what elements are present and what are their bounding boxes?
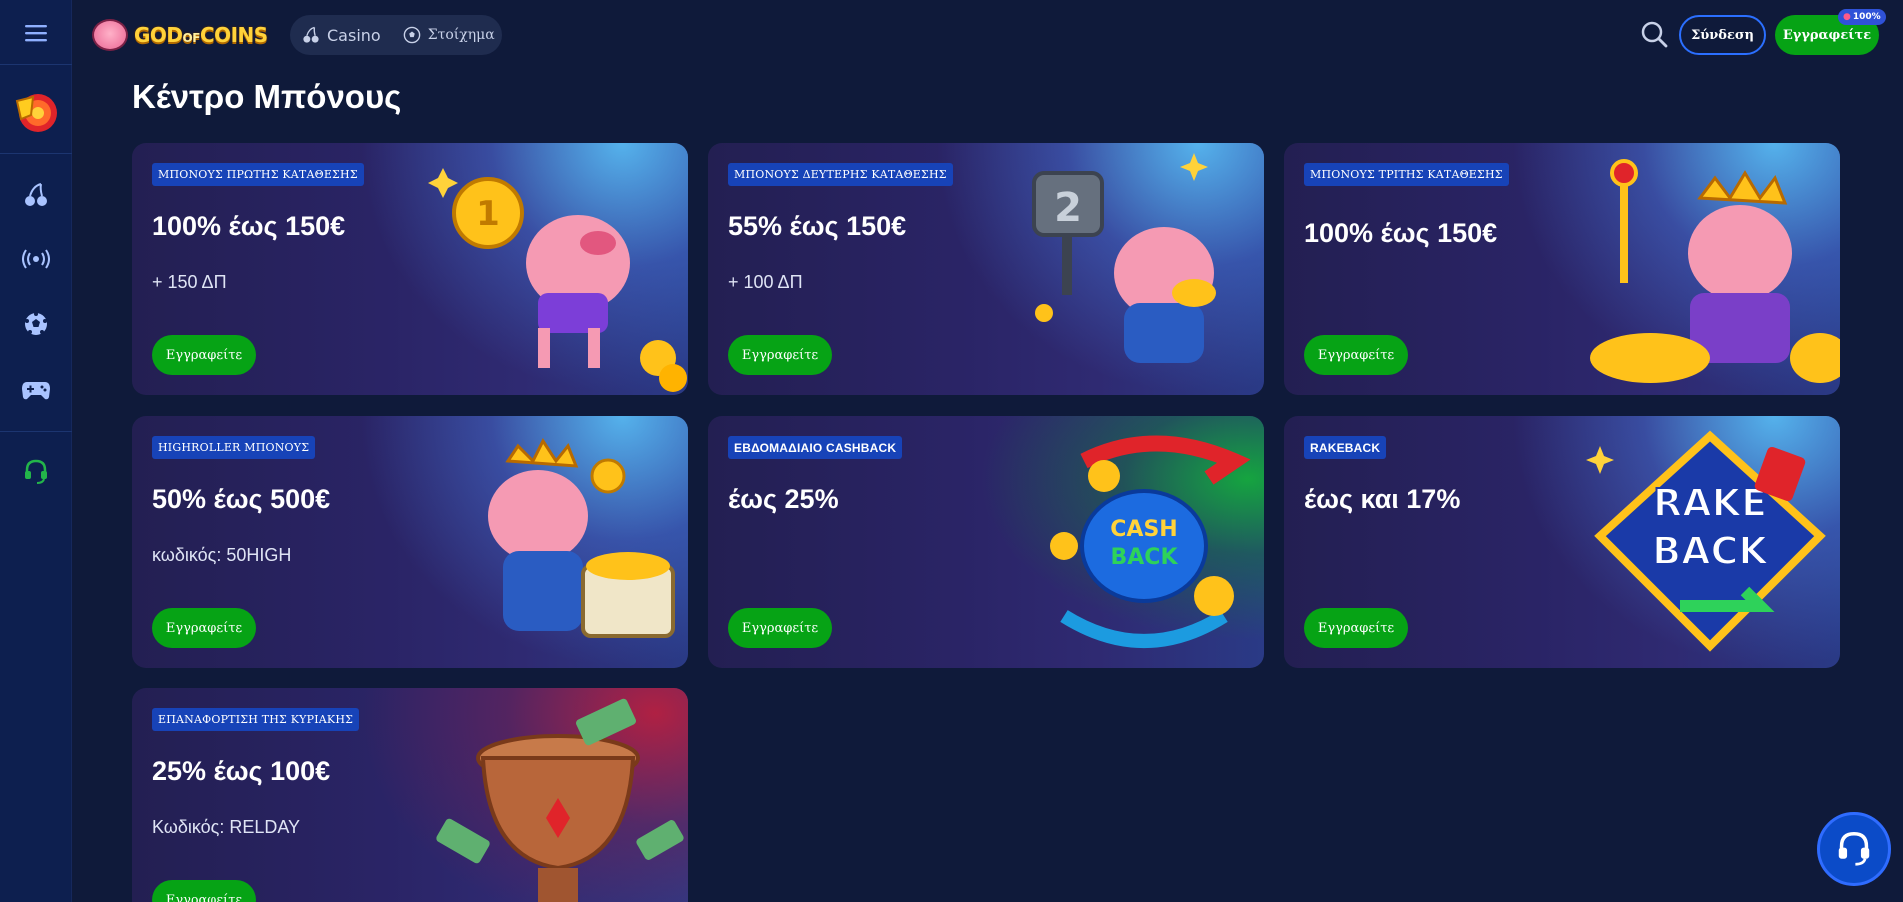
bonus-headline: 100% έως 150€	[152, 211, 346, 241]
nav-betting[interactable]: Στοίχημα	[403, 26, 495, 44]
register-button[interactable]: Εγγραφείτε	[152, 880, 256, 902]
sidebar-item-casino[interactable]	[0, 167, 72, 223]
pig-with-gold-coin-icon: 1	[428, 168, 687, 392]
page-title: Κέντρο Μπόνους	[132, 78, 402, 115]
bonus-headline: 50% έως 500€	[152, 484, 331, 514]
sidebar-item-support[interactable]	[0, 444, 72, 500]
gift-icon: ●	[1843, 12, 1851, 22]
bonus-tag: ΕΒΔΟΜΑΔΙΑΙΟ CASHBACK	[728, 436, 903, 459]
sidebar	[0, 0, 72, 902]
bonus-card-first-deposit: ΜΠΟΝΟΥΣ ΠΡΩΤΗΣ ΚΑΤΑΘΕΣΗΣ 100% έως 150€ +…	[132, 143, 688, 395]
register-button[interactable]: Εγγραφείτε	[1304, 608, 1408, 648]
bonus-card-weekly-cashback: ΕΒΔΟΜΑΔΙΑΙΟ CASHBACK έως 25% Εγγραφείτε …	[708, 416, 1264, 668]
sidebar-item-live[interactable]	[0, 231, 72, 287]
bonus-headline: έως και 17%	[1304, 484, 1461, 514]
bonus-headline: 55% έως 150€	[728, 211, 907, 241]
bonus-subline: + 150 ΔΠ	[152, 272, 227, 292]
svg-text:BACK: BACK	[1111, 545, 1179, 570]
nav-casino-label: Casino	[327, 25, 381, 45]
logo-text: GODOFCOINS	[134, 23, 268, 47]
soccer-ball-icon	[25, 312, 47, 335]
trophy-with-money-icon	[436, 698, 684, 902]
bonus-subline: κωδικός: 50HIGH	[152, 545, 292, 565]
bonus-tag: HIGHROLLER ΜΠΟΝΟΥΣ	[152, 436, 316, 459]
register-button[interactable]: Εγγραφείτε	[1304, 335, 1408, 375]
bonus-subline: Κωδικός: RELDAY	[152, 817, 301, 837]
svg-text:2: 2	[1054, 185, 1082, 231]
wheel-of-fortune-icon[interactable]	[0, 86, 72, 142]
pig-with-hammer-icon: 2	[1032, 153, 1216, 363]
svg-text:CASH: CASH	[1110, 517, 1177, 542]
headset-icon	[1838, 832, 1870, 866]
bonus-card-rakeback: RAKEBACK έως και 17% Εγγραφείτε RAKE BAC…	[1284, 416, 1840, 668]
sidebar-item-games[interactable]	[0, 362, 72, 418]
svg-text:BACK: BACK	[1652, 529, 1769, 573]
bonus-card-highroller: HIGHROLLER ΜΠΟΝΟΥΣ 50% έως 500€ κωδικός:…	[132, 416, 688, 668]
nav-betting-label: Στοίχημα	[427, 27, 495, 43]
bonus-headline: 100% έως 150€	[1304, 218, 1498, 248]
pig-with-treasure-chest-icon	[488, 437, 675, 638]
pig-logo-icon	[92, 19, 128, 51]
support-chat-button[interactable]	[1817, 812, 1891, 886]
rakeback-badge-icon: RAKE BACK	[1586, 430, 1826, 652]
king-pig-icon	[1590, 159, 1840, 383]
svg-text:1: 1	[476, 194, 500, 234]
register-button[interactable]: Εγγραφείτε	[728, 335, 832, 375]
bonus-subline: + 100 ΔΠ	[728, 272, 803, 292]
soccer-ball-icon	[403, 26, 420, 44]
bonus-card-third-deposit: ΜΠΟΝΟΥΣ ΤΡΙΤΗΣ ΚΑΤΑΘΕΣΗΣ 100% έως 150€ Ε…	[1284, 143, 1840, 395]
site-logo[interactable]: GODOFCOINS	[92, 16, 268, 54]
cherry-icon	[303, 26, 319, 43]
register-badge: ● 100%	[1838, 9, 1886, 25]
bonus-card-second-deposit: ΜΠΟΝΟΥΣ ΔΕΥΤΕΡΗΣ ΚΑΤΑΘΕΣΗΣ 55% έως 150€ …	[708, 143, 1264, 395]
bonus-tag: ΕΠΑΝΑΦΟΡΤΙΣΗ ΤΗΣ ΚΥΡΙΑΚΗΣ	[152, 708, 360, 731]
bonus-card-sunday-reload: ΕΠΑΝΑΦΟΡΤΙΣΗ ΤΗΣ ΚΥΡΙΑΚΗΣ 25% έως 100€ Κ…	[132, 688, 688, 902]
sidebar-item-sports[interactable]	[0, 296, 72, 352]
cherry-icon	[25, 183, 47, 206]
register-button[interactable]: Εγγραφείτε	[152, 608, 256, 648]
top-nav: Casino Στοίχημα	[290, 15, 502, 55]
search-icon	[1641, 21, 1668, 48]
broadcast-icon	[22, 249, 50, 269]
search-button[interactable]	[1640, 20, 1668, 48]
bonus-tag: RAKEBACK	[1304, 436, 1387, 459]
bonus-tag: ΜΠΟΝΟΥΣ ΔΕΥΤΕΡΗΣ ΚΑΤΑΘΕΣΗΣ	[728, 163, 953, 186]
bonus-headline: 25% έως 100€	[152, 756, 331, 786]
svg-text:RAKE: RAKE	[1653, 481, 1767, 525]
headset-icon	[25, 459, 47, 484]
hamburger-menu-icon[interactable]	[0, 5, 72, 61]
register-button[interactable]: Εγγραφείτε	[152, 335, 256, 375]
bonus-headline: έως 25%	[728, 484, 839, 514]
login-button[interactable]: Σύνδεση	[1679, 15, 1766, 55]
bonus-tag: ΜΠΟΝΟΥΣ ΤΡΙΤΗΣ ΚΑΤΑΘΕΣΗΣ	[1304, 163, 1509, 186]
register-button[interactable]: Εγγραφείτε	[728, 608, 832, 648]
nav-casino[interactable]: Casino	[302, 26, 381, 45]
cashback-bag-icon: CASH BACK	[1050, 435, 1251, 648]
bonus-tag: ΜΠΟΝΟΥΣ ΠΡΩΤΗΣ ΚΑΤΑΘΕΣΗΣ	[152, 163, 364, 186]
gamepad-icon	[22, 382, 50, 400]
